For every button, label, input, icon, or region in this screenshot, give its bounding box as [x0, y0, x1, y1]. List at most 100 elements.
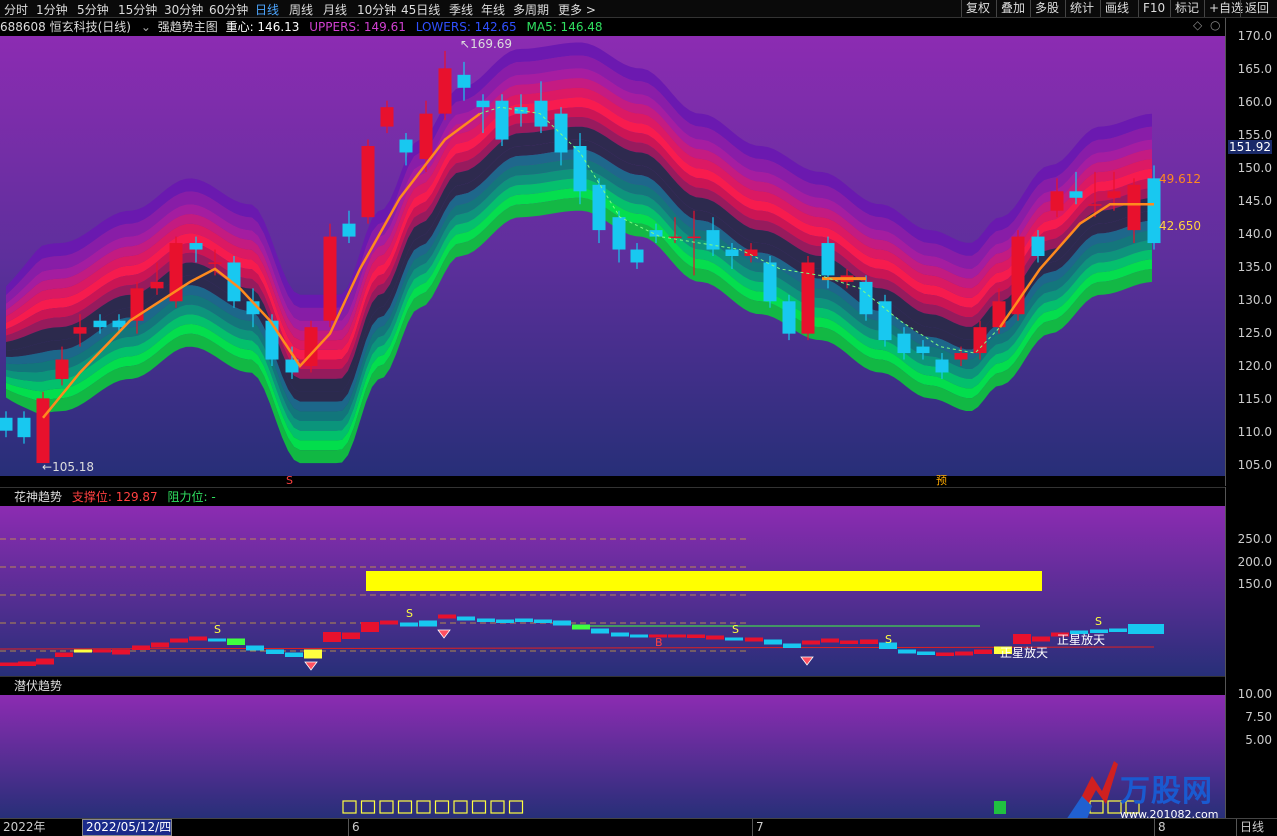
period-tab-5[interactable]: 60分钟 [209, 1, 248, 18]
trend-step [974, 649, 992, 654]
toolbar-button-1[interactable]: 叠加 [996, 0, 1029, 17]
candle-body [380, 107, 394, 127]
sub2-latent-chart[interactable] [0, 695, 1225, 818]
period-tab-2[interactable]: 5分钟 [77, 1, 109, 18]
candlestick [361, 139, 375, 224]
s-signal: S [1095, 615, 1102, 628]
trend-step [840, 640, 858, 644]
trend-step [170, 638, 188, 643]
period-tab-1[interactable]: 1分钟 [36, 1, 68, 18]
trend-step [898, 649, 916, 654]
low-annotation: ←105.18 [42, 460, 94, 474]
candle-body [706, 230, 720, 250]
yellow-highlight-bar [366, 571, 1042, 591]
candle-body [93, 320, 107, 328]
candle-body [954, 353, 968, 360]
price-tick: 160.0 [1237, 95, 1272, 109]
candle-body [630, 249, 644, 263]
trend-step [227, 638, 245, 645]
sub2-background [0, 695, 1225, 818]
lower-right-label: 42.650 [1159, 219, 1201, 233]
trend-step [400, 622, 418, 627]
main-price-axis: 170.0 165.0 160.0 155.0 150.0 145.0 140.0 135.0… [1225, 18, 1277, 486]
candle-body [592, 184, 606, 231]
candle-body [935, 359, 949, 373]
candle-body [17, 417, 31, 438]
indicator-name[interactable]: 强趋势主图 [158, 20, 218, 34]
candle-body [438, 68, 452, 114]
candlestick [878, 294, 892, 347]
toolbar-button-3[interactable]: 统计 [1065, 0, 1098, 17]
sub1-indicator-name[interactable]: 花神趋势 [14, 490, 62, 504]
toolbar-button-5[interactable]: F10 [1138, 0, 1169, 17]
sub1-trend-chart[interactable]: S S S S S B 正星放天 正星放天 [0, 506, 1225, 676]
high-annotation: ↖169.69 [460, 37, 512, 51]
watermark-logo: 万股网 www.201082.com [1062, 756, 1222, 824]
period-tab-14[interactable]: 更多 > [558, 1, 596, 18]
candle-body [725, 249, 739, 256]
price-tick: 140.0 [1237, 227, 1272, 241]
diamond-icon[interactable]: ◇ [1193, 18, 1202, 32]
period-tab-7[interactable]: 周线 [289, 1, 313, 18]
price-tick: 170.0 [1237, 29, 1272, 43]
trend-step [764, 639, 782, 645]
toolbar-button-0[interactable]: 复权 [961, 0, 994, 17]
candle-body [973, 327, 987, 354]
trend-step [706, 635, 724, 640]
trend-step [860, 639, 878, 644]
period-tab-0[interactable]: 分时 [4, 1, 28, 18]
s-signal: S [406, 607, 413, 620]
trend-step [1032, 636, 1050, 642]
price-tick: 125.0 [1237, 326, 1272, 340]
s-signal: S [885, 633, 892, 646]
trend-step [189, 636, 207, 641]
date-month-8: 8 [1154, 819, 1166, 836]
candle-body [1069, 191, 1083, 198]
trend-step [132, 645, 150, 650]
toolbar-button-4[interactable]: 画线 [1100, 0, 1133, 17]
price-tick: 105.0 [1237, 458, 1272, 472]
period-tab-10[interactable]: 45日线 [401, 1, 440, 18]
period-tab-6[interactable]: 日线 [255, 1, 279, 18]
chevron-down-icon[interactable]: ⌄ [141, 20, 151, 34]
lowers-value: LOWERS: 142.65 [415, 20, 517, 34]
period-tab-4[interactable]: 30分钟 [164, 1, 203, 18]
date-period[interactable]: 日线 [1236, 819, 1264, 836]
candle-body [534, 100, 548, 127]
marker-strip [0, 476, 1225, 486]
period-tab-11[interactable]: 季线 [449, 1, 473, 18]
trend-step [1146, 624, 1164, 634]
period-tab-12[interactable]: 年线 [481, 1, 505, 18]
main-info-bar: 688608 恒玄科技(日线) ⌄ 强趋势主图 重心: 146.13 UPPER… [0, 18, 1225, 36]
candle-body [227, 262, 241, 302]
trend-step [496, 619, 514, 623]
s-signal: S [732, 623, 739, 636]
candlestick [495, 94, 509, 146]
trend-step [457, 616, 475, 621]
marker-s: S [286, 474, 293, 486]
note-text-1: 正星放天 [1000, 645, 1048, 660]
trend-step [534, 619, 552, 623]
toolbar-button-8[interactable]: 返回 [1240, 0, 1273, 17]
trend-step [361, 622, 379, 632]
period-tab-13[interactable]: 多周期 [513, 1, 549, 18]
toolbar-button-2[interactable]: 多股 [1030, 0, 1063, 17]
sub1-tick: 200.0 [1237, 554, 1272, 569]
trend-step [668, 634, 686, 638]
trend-step [208, 638, 226, 642]
price-tick: 120.0 [1237, 359, 1272, 373]
period-tab-8[interactable]: 月线 [323, 1, 347, 18]
close-icon[interactable]: ○ [1210, 18, 1220, 32]
period-tab-3[interactable]: 15分钟 [118, 1, 157, 18]
candle-body [476, 100, 490, 108]
price-tick: 145.0 [1237, 194, 1272, 208]
sub2-indicator-name[interactable]: 潜伏趋势 [14, 679, 62, 693]
period-tab-9[interactable]: 10分钟 [357, 1, 396, 18]
trend-step [0, 662, 18, 666]
trend-step [342, 632, 360, 639]
toolbar-button-6[interactable]: 标记 [1170, 0, 1203, 17]
main-price-chart[interactable]: ↖169.69 ←105.18 49.612 42.650 S 预 [0, 36, 1225, 486]
trend-step [1013, 634, 1031, 644]
trend-step [936, 652, 954, 656]
candle-body [1031, 236, 1045, 256]
